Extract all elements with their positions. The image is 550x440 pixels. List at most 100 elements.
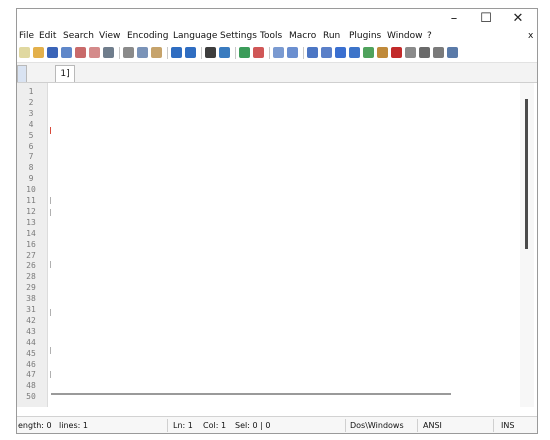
line-number: 42 bbox=[26, 315, 36, 325]
menu-tools[interactable]: Tools bbox=[260, 31, 282, 41]
status-encoding[interactable]: ANSI bbox=[423, 421, 442, 430]
toolbar-separator bbox=[119, 47, 120, 59]
sync-vertical-icon[interactable] bbox=[273, 47, 284, 58]
maximize-button[interactable]: ☐ bbox=[473, 11, 499, 27]
line-number: 2 bbox=[28, 97, 34, 107]
line-number: 14 bbox=[26, 228, 36, 238]
line-number: 31 bbox=[26, 305, 36, 314]
tab-new-1[interactable] bbox=[17, 65, 27, 82]
close-window-button[interactable]: ✕ bbox=[505, 11, 531, 27]
close-document-button[interactable]: x bbox=[528, 31, 533, 41]
tab-bar: 1] bbox=[17, 63, 537, 83]
toolbar-separator bbox=[269, 47, 270, 59]
toolbar bbox=[17, 44, 537, 63]
indent-guide-icon[interactable] bbox=[335, 47, 346, 58]
line-number: 29 bbox=[26, 283, 36, 293]
show-all-chars-icon[interactable] bbox=[321, 47, 332, 58]
status-divider bbox=[417, 419, 418, 432]
status-sel: Sel: 0 | 0 bbox=[235, 421, 271, 430]
menu-search[interactable]: Search bbox=[63, 31, 94, 41]
line-number: 4 bbox=[28, 119, 34, 129]
menu-encoding[interactable]: Encoding bbox=[127, 31, 168, 41]
menu-window[interactable]: Window bbox=[387, 31, 423, 41]
line-number: 44 bbox=[26, 337, 36, 347]
line-number: 45 bbox=[26, 348, 36, 358]
menu-settings[interactable]: Settings bbox=[220, 31, 257, 41]
save-macro-icon[interactable] bbox=[447, 47, 458, 58]
line-number: 28 bbox=[26, 272, 36, 282]
line-number: 9 bbox=[28, 174, 34, 184]
status-col: Col: 1 bbox=[203, 421, 227, 430]
stop-macro-icon[interactable] bbox=[405, 47, 416, 58]
zoom-out-icon[interactable] bbox=[253, 47, 264, 58]
menu-view[interactable]: View bbox=[99, 31, 120, 41]
line-number: 47 bbox=[26, 370, 36, 380]
undo-icon[interactable] bbox=[171, 47, 182, 58]
find-icon[interactable] bbox=[205, 47, 216, 58]
line-number: 3 bbox=[28, 108, 34, 118]
run-macro-multiple-icon[interactable] bbox=[433, 47, 444, 58]
change-marker bbox=[50, 197, 51, 204]
redo-icon[interactable] bbox=[185, 47, 196, 58]
status-eol[interactable]: Dos\Windows bbox=[350, 421, 404, 430]
line-number: 5 bbox=[28, 130, 34, 140]
status-bar: ength: 0 lines: 1 Ln: 1 Col: 1 Sel: 0 | … bbox=[17, 416, 537, 433]
close-all-icon[interactable] bbox=[89, 47, 100, 58]
cut-icon[interactable] bbox=[123, 47, 134, 58]
line-number: 10 bbox=[26, 185, 36, 195]
horizontal-scrollbar[interactable] bbox=[51, 393, 451, 395]
editor-window: – ☐ ✕ File Edit Search View Encoding Lan… bbox=[16, 8, 538, 434]
print-icon[interactable] bbox=[103, 47, 114, 58]
menu-file[interactable]: File bbox=[19, 31, 34, 41]
save-all-icon[interactable] bbox=[61, 47, 72, 58]
sync-horizontal-icon[interactable] bbox=[287, 47, 298, 58]
change-marker bbox=[50, 371, 51, 378]
folder-workspace-icon[interactable] bbox=[377, 47, 388, 58]
line-number: 11 bbox=[26, 196, 36, 205]
editor-area[interactable]: 1 2 3 4 5 6 7 8 9 10 11 12 13 14 16 27 26 28 29 38 31 42 43 44 4… bbox=[17, 83, 537, 407]
line-number: 26 bbox=[26, 261, 36, 271]
doc-map-icon[interactable] bbox=[349, 47, 360, 58]
change-marker bbox=[50, 261, 51, 268]
menu-bar: File Edit Search View Encoding Language … bbox=[17, 29, 537, 43]
save-icon[interactable] bbox=[47, 47, 58, 58]
change-marker bbox=[50, 209, 51, 216]
status-mode[interactable]: INS bbox=[501, 421, 514, 430]
change-marker bbox=[50, 347, 51, 354]
menu-help[interactable]: ? bbox=[427, 31, 432, 41]
minimize-button[interactable]: – bbox=[441, 11, 467, 27]
tab-new-2[interactable]: 1] bbox=[55, 65, 75, 82]
status-length: ength: 0 bbox=[18, 421, 52, 430]
close-icon[interactable] bbox=[75, 47, 86, 58]
line-number: 6 bbox=[28, 141, 34, 151]
word-wrap-icon[interactable] bbox=[307, 47, 318, 58]
tab-label: 1] bbox=[60, 69, 70, 79]
menu-run[interactable]: Run bbox=[323, 31, 340, 41]
menu-plugins[interactable]: Plugins bbox=[349, 31, 381, 41]
play-macro-icon[interactable] bbox=[419, 47, 430, 58]
line-number: 27 bbox=[26, 250, 36, 260]
toolbar-separator bbox=[303, 47, 304, 59]
toolbar-separator bbox=[167, 47, 168, 59]
toolbar-separator bbox=[201, 47, 202, 59]
open-folder-icon[interactable] bbox=[33, 47, 44, 58]
new-file-icon[interactable] bbox=[19, 47, 30, 58]
zoom-in-icon[interactable] bbox=[239, 47, 250, 58]
menu-language[interactable]: Language bbox=[173, 31, 217, 41]
replace-icon[interactable] bbox=[219, 47, 230, 58]
change-marker bbox=[50, 309, 51, 316]
line-number: 16 bbox=[26, 239, 36, 249]
line-number: 48 bbox=[26, 381, 36, 391]
vertical-scroll-thumb[interactable] bbox=[525, 99, 528, 249]
vertical-scrollbar[interactable] bbox=[520, 83, 534, 407]
paste-icon[interactable] bbox=[151, 47, 162, 58]
change-marker bbox=[50, 127, 51, 134]
function-list-icon[interactable] bbox=[363, 47, 374, 58]
line-number: 7 bbox=[28, 152, 34, 162]
menu-macro[interactable]: Macro bbox=[289, 31, 316, 41]
status-ln: Ln: 1 bbox=[173, 421, 193, 430]
menu-edit[interactable]: Edit bbox=[39, 31, 56, 41]
record-macro-icon[interactable] bbox=[391, 47, 402, 58]
copy-icon[interactable] bbox=[137, 47, 148, 58]
status-divider bbox=[493, 419, 494, 432]
